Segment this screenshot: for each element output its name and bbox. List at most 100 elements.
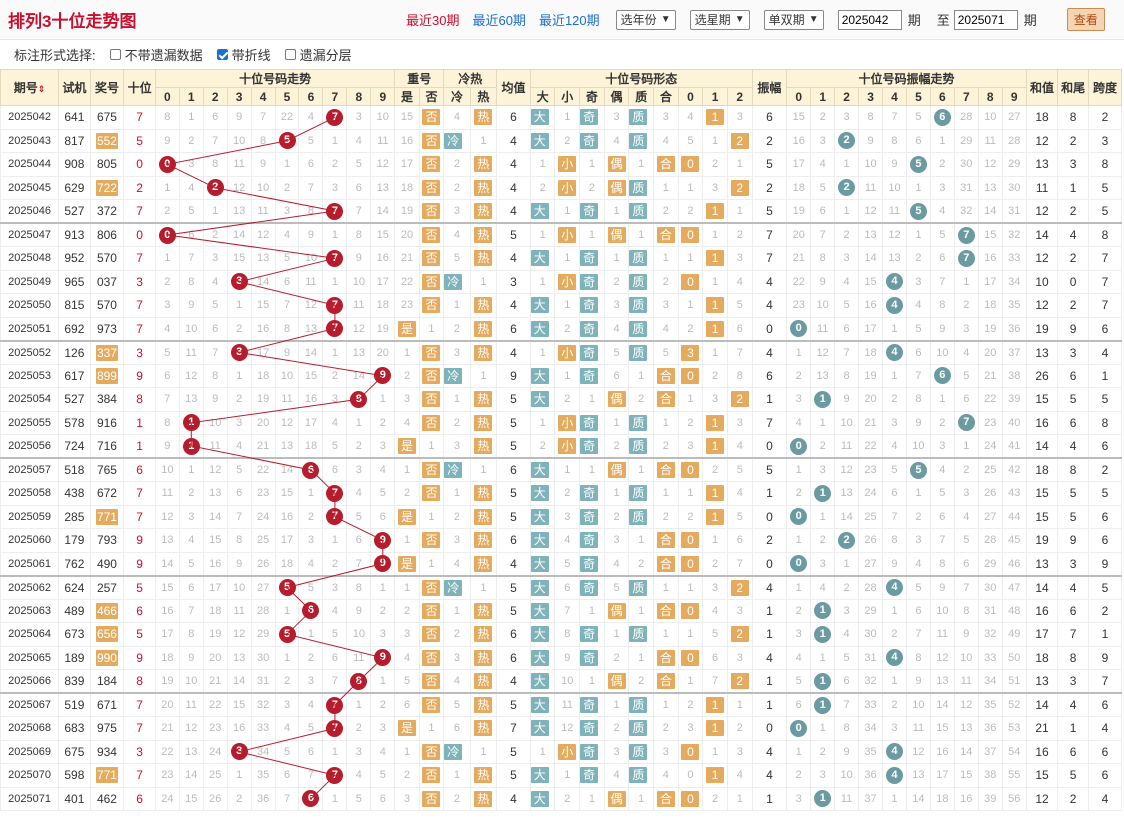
form-cell-tag: 2 bbox=[730, 179, 749, 196]
miss-cell: 2 bbox=[226, 387, 252, 412]
form-cell-tag: 大 bbox=[530, 462, 549, 478]
form-cell: 大 bbox=[529, 481, 556, 506]
amp-miss-cell: 36 bbox=[1001, 316, 1027, 341]
hotcold-cell-tag: 热 bbox=[474, 790, 493, 807]
miss-cell: 7 bbox=[250, 105, 276, 130]
amp-cell: 5 bbox=[751, 199, 788, 224]
amp-cell: 1 bbox=[751, 481, 788, 506]
form-header: 小 bbox=[554, 87, 581, 106]
tail-cell: 6 bbox=[1057, 410, 1089, 435]
hotcold-cell-tag: 热 bbox=[474, 344, 493, 361]
repeat-cell: 否 bbox=[418, 645, 445, 670]
avg-cell: 9 bbox=[496, 363, 531, 388]
polyline-checkbox[interactable]: 带折线 bbox=[216, 45, 271, 64]
weekday-select[interactable]: 选星期 ▼ bbox=[689, 9, 750, 30]
form-cell-tag: 1 bbox=[706, 720, 725, 737]
span-cell: 8 bbox=[1087, 222, 1123, 247]
form-miss-cell: 2 bbox=[628, 551, 655, 576]
miss-layer-checkbox[interactable]: 遗漏分层 bbox=[284, 45, 352, 64]
amp-cell: 1 bbox=[751, 692, 788, 717]
table-row: 2025053 617 899 9 6 12 8 1 18 10 15 2 14 9 2 否冷 1 9 大 1 奇 6 1 合… bbox=[0, 363, 1123, 388]
draw-cell: 765 bbox=[89, 457, 125, 482]
trend-cell: 9 bbox=[370, 551, 396, 576]
form-cell-tag: 奇 bbox=[580, 532, 599, 549]
tail-cell: 6 bbox=[1057, 739, 1089, 764]
miss-cell: 4 bbox=[274, 716, 300, 741]
form-cell-tag: 质 bbox=[629, 579, 648, 596]
recent-120-link[interactable]: 最近120期 bbox=[539, 10, 600, 29]
trend-ball: 9 bbox=[374, 531, 392, 549]
miss-cell: 2 bbox=[154, 199, 180, 224]
from-issue-input[interactable] bbox=[837, 9, 902, 30]
amp-miss-cell: 2 bbox=[882, 692, 907, 717]
hotcold-cell-tag: 热 bbox=[474, 203, 493, 219]
form-miss-cell: 3 bbox=[653, 739, 679, 764]
hotcold-miss-cell: 4 bbox=[443, 222, 471, 247]
form-cell-tag: 2 bbox=[730, 391, 749, 408]
form-miss-cell: 1 bbox=[726, 786, 753, 811]
miss-cell: 10 bbox=[346, 269, 372, 294]
amp-cell: 7 bbox=[751, 246, 788, 271]
amp-trend-cell: 4 bbox=[882, 645, 907, 670]
trend-ball: 9 bbox=[374, 367, 392, 385]
issue-cell: 2025053 bbox=[0, 363, 60, 388]
form-cell: 大 bbox=[529, 763, 556, 788]
form-cell: 质 bbox=[628, 269, 655, 294]
recent-60-link[interactable]: 最近60期 bbox=[472, 10, 525, 29]
hotcold-cell-tag: 热 bbox=[474, 297, 493, 314]
form-miss-cell: 1 bbox=[603, 410, 630, 435]
amp-miss-cell: 8 bbox=[834, 716, 860, 741]
form-miss-cell: 1 bbox=[628, 152, 655, 177]
avg-cell: 6 bbox=[496, 528, 531, 553]
sum-cell: 21 bbox=[1025, 716, 1059, 741]
hotcold-cell-tag: 热 bbox=[474, 673, 493, 689]
form-miss-cell: 1 bbox=[579, 669, 605, 694]
hotcold-cell: 冷 bbox=[443, 128, 471, 153]
form-cell-tag: 1 bbox=[706, 297, 725, 314]
trend-ball: 3 bbox=[230, 273, 248, 291]
amp-miss-cell: 38 bbox=[977, 763, 1003, 788]
amp-miss-cell: 33 bbox=[1001, 246, 1027, 271]
hotcold-miss-cell: 2 bbox=[443, 410, 471, 435]
miss-cell: 14 bbox=[178, 763, 204, 788]
amp-ball: 7 bbox=[957, 414, 975, 432]
amp-miss-cell: 17 bbox=[858, 316, 883, 341]
trend-ball: 3 bbox=[230, 344, 248, 361]
form-cell: 奇 bbox=[579, 293, 605, 318]
amp-miss-cell: 45 bbox=[1001, 528, 1027, 553]
issue-header[interactable]: 期号⇕ bbox=[0, 69, 60, 106]
repeat-miss-cell: 1 bbox=[418, 434, 445, 459]
miss-cell: 12 bbox=[250, 222, 276, 247]
form-cell: 0 bbox=[677, 528, 704, 553]
recent-30-link[interactable]: 最近30期 bbox=[406, 10, 459, 29]
draw-cell: 184 bbox=[89, 669, 125, 694]
form-cell-tag: 0 bbox=[681, 649, 700, 666]
avg-cell: 5 bbox=[496, 410, 531, 435]
form-cell: 1 bbox=[702, 410, 728, 435]
form-cell-tag: 奇 bbox=[580, 649, 599, 666]
trend-ball: 5 bbox=[278, 625, 296, 643]
amp-miss-cell: 13 bbox=[905, 763, 931, 788]
form-cell-tag: 合 bbox=[656, 555, 675, 572]
year-select[interactable]: 选年份 ▼ bbox=[615, 9, 676, 30]
odd-even-select[interactable]: 单双期 ▼ bbox=[763, 9, 824, 30]
draw-cell: 793 bbox=[89, 528, 125, 553]
no-miss-data-checkbox[interactable]: 不带遗漏数据 bbox=[109, 45, 203, 64]
hotcold-cell: 热 bbox=[469, 645, 498, 670]
to-issue-input[interactable] bbox=[953, 9, 1018, 30]
form-miss-cell: 1 bbox=[554, 363, 581, 388]
span-cell: 6 bbox=[1087, 316, 1123, 341]
hotcold-miss-cell: 4 bbox=[443, 105, 471, 130]
draw-cell-tag: 466 bbox=[95, 602, 118, 619]
miss-cell: 6 bbox=[178, 222, 204, 247]
view-button[interactable]: 查看 bbox=[1066, 8, 1105, 31]
miss-cell: 2 bbox=[370, 410, 396, 435]
miss-cell: 17 bbox=[274, 528, 300, 553]
repeat-miss-cell: 2 bbox=[394, 363, 420, 388]
form-miss-cell: 2 bbox=[653, 199, 679, 224]
form-cell: 偶 bbox=[603, 175, 630, 200]
issue-cell: 2025063 bbox=[0, 598, 60, 623]
form-cell: 偶 bbox=[603, 387, 630, 412]
repeat-cell-tag: 否 bbox=[422, 649, 441, 666]
amp-miss-cell: 1 bbox=[786, 340, 812, 365]
